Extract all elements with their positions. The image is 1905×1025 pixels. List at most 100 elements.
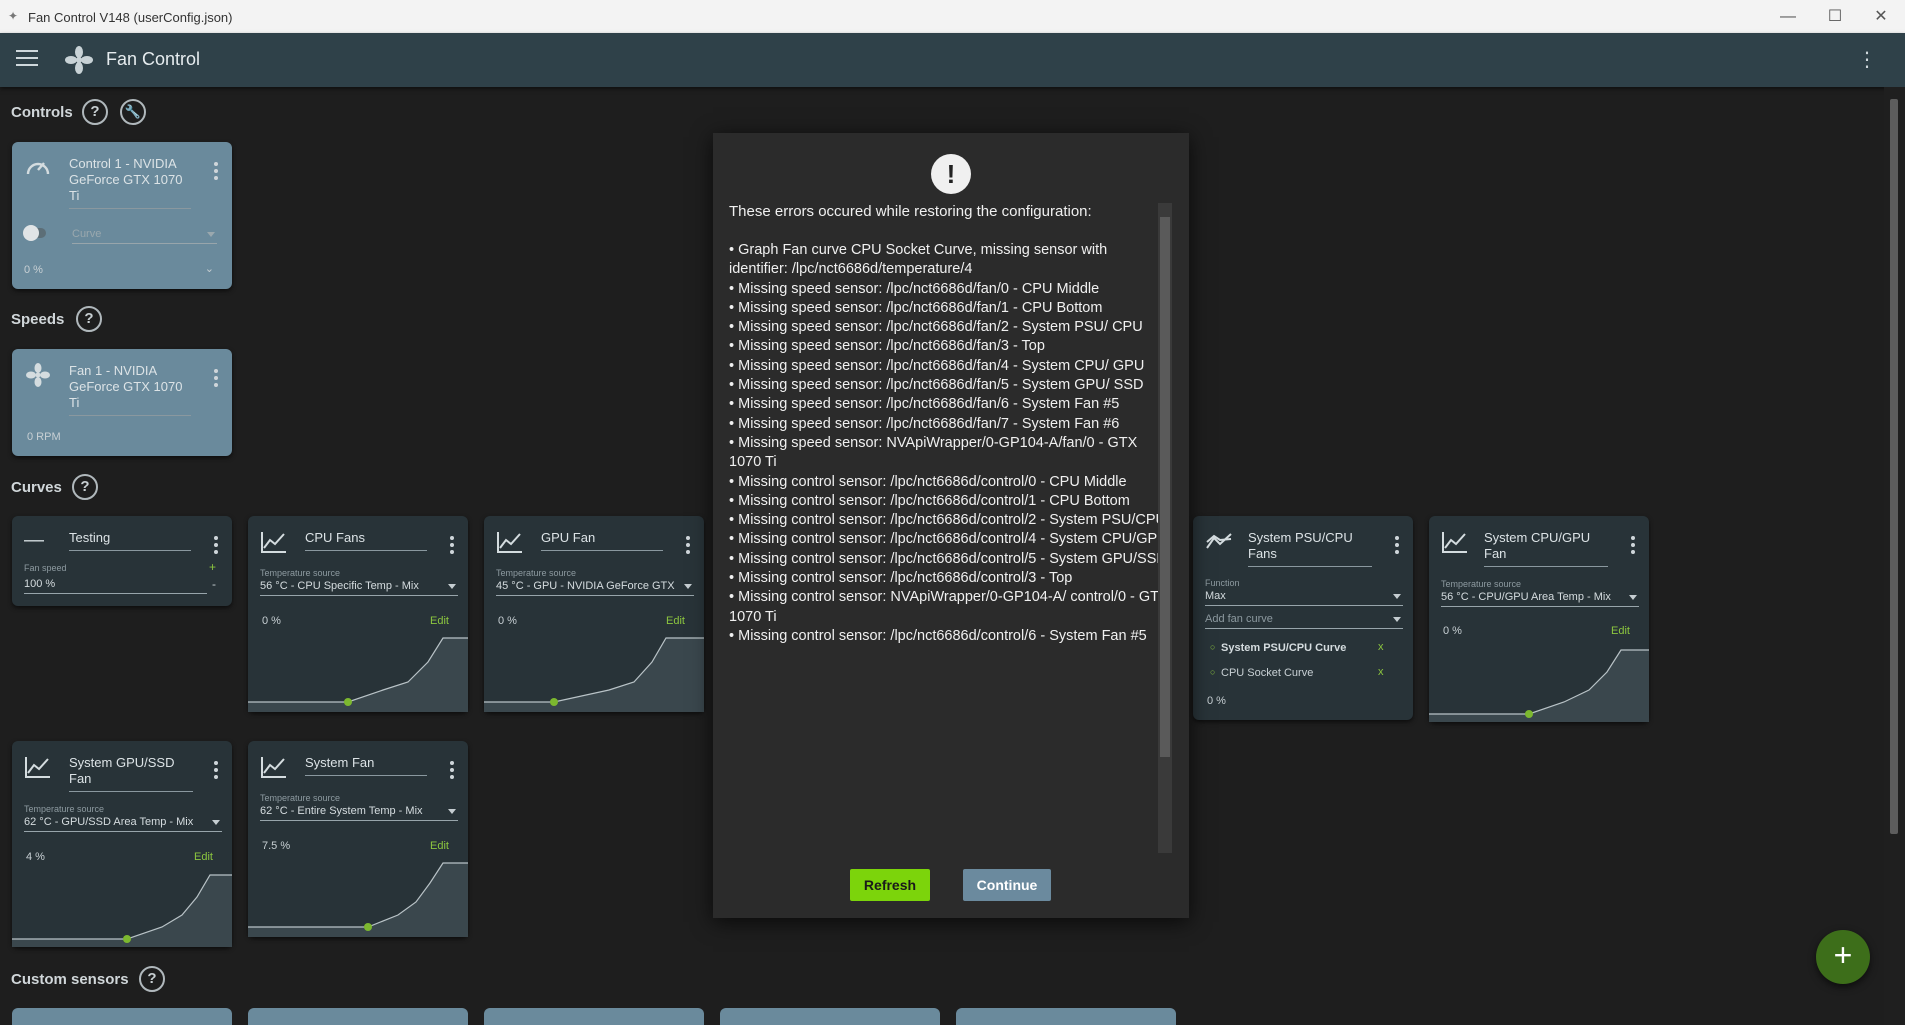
control-name: Control 1 - NVIDIA GeForce GTX 1070 Ti (69, 156, 191, 209)
add-button[interactable]: + (1816, 930, 1870, 984)
custom-sensor-card[interactable] (12, 1008, 232, 1025)
custom-sensors-help-icon[interactable]: ? (139, 966, 165, 992)
control-toggle[interactable] (23, 225, 46, 241)
hamburger-menu-icon[interactable] (16, 50, 38, 70)
temperature-source-select[interactable]: 45 °C - GPU - NVIDIA GeForce GTX (496, 578, 694, 596)
custom-sensor-card[interactable] (248, 1008, 468, 1025)
more-options-icon[interactable]: ⋮ (1857, 50, 1877, 70)
curve-more-icon[interactable] (450, 536, 454, 557)
error-item: Graph Fan curve CPU Socket Curve, missin… (729, 241, 1169, 280)
graph-curve-icon (25, 757, 50, 778)
curve-more-icon[interactable] (1631, 536, 1635, 557)
edit-curve-link[interactable]: Edit (430, 840, 449, 852)
control-more-icon[interactable] (214, 162, 218, 183)
increment-button[interactable]: + (209, 560, 216, 574)
remove-curve-button[interactable]: x (1378, 641, 1384, 653)
close-button[interactable]: ✕ (1861, 6, 1901, 28)
curve-graph[interactable] (248, 857, 468, 937)
curve-more-icon[interactable] (214, 536, 218, 557)
chevron-down-icon[interactable]: ⌄ (205, 262, 214, 275)
minimize-button[interactable]: — (1768, 6, 1808, 28)
custom-sensor-card[interactable] (720, 1008, 940, 1025)
decrement-button[interactable]: - (212, 577, 216, 591)
section-speeds-title: Speeds (11, 311, 65, 328)
custom-sensor-card[interactable] (956, 1008, 1176, 1025)
mix-curve-icon (1206, 533, 1232, 549)
error-item: Missing speed sensor: /lpc/nct6686d/fan/… (729, 415, 1169, 434)
curve-card-system-cpu-gpu[interactable]: System CPU/GPU Fan Temperature source 56… (1429, 516, 1649, 722)
temperature-source-select[interactable]: 62 °C - GPU/SSD Area Temp - Mix (24, 814, 222, 832)
error-item: Missing control sensor: /lpc/nct6686d/co… (729, 627, 1169, 646)
temperature-source-label: Temperature source (260, 793, 341, 803)
bullet-icon: ○ (1210, 642, 1216, 652)
error-item: Missing control sensor: /lpc/nct6686d/co… (729, 530, 1169, 549)
speed-card[interactable]: Fan 1 - NVIDIA GeForce GTX 1070 Ti 0 RPM (12, 349, 232, 456)
curve-card-system-fan[interactable]: System Fan Temperature source 62 °C - En… (248, 741, 468, 937)
curve-percent: 0 % (1443, 625, 1462, 637)
app-title: Fan Control (106, 49, 201, 69)
error-item: Missing speed sensor: /lpc/nct6686d/fan/… (729, 337, 1169, 356)
curve-card-cpu-fans[interactable]: CPU Fans Temperature source 56 °C - CPU … (248, 516, 468, 712)
graph-curve-icon (261, 532, 286, 553)
curve-graph[interactable] (248, 632, 468, 712)
error-list: Graph Fan curve CPU Socket Curve, missin… (729, 241, 1169, 646)
control-card[interactable]: Control 1 - NVIDIA GeForce GTX 1070 Ti C… (12, 142, 232, 289)
custom-sensor-card[interactable] (484, 1008, 704, 1025)
curve-more-icon[interactable] (450, 761, 454, 782)
temperature-source-label: Temperature source (496, 568, 577, 578)
speed-more-icon[interactable] (214, 369, 218, 390)
curve-name: System Fan (305, 755, 427, 776)
section-custom-sensors-title: Custom sensors (11, 971, 129, 988)
error-dialog: ! These errors occured while restoring t… (713, 133, 1189, 918)
curve-more-icon[interactable] (1395, 536, 1399, 557)
curve-card-testing[interactable]: — Testing Fan speed 100 % + - (12, 516, 232, 606)
continue-button[interactable]: Continue (963, 869, 1051, 901)
curve-more-icon[interactable] (214, 761, 218, 782)
curve-percent: 4 % (26, 851, 45, 863)
curves-help-icon[interactable]: ? (72, 474, 98, 500)
temperature-source-select[interactable]: 56 °C - CPU Specific Temp - Mix (260, 578, 458, 596)
curve-graph[interactable] (12, 867, 232, 947)
temperature-source-label: Temperature source (1441, 579, 1522, 589)
error-item: Missing speed sensor: /lpc/nct6686d/fan/… (729, 299, 1169, 318)
temperature-source-select[interactable]: 56 °C - CPU/GPU Area Temp - Mix (1441, 589, 1639, 607)
error-item: Missing control sensor: /lpc/nct6686d/co… (729, 511, 1169, 530)
edit-curve-link[interactable]: Edit (430, 615, 449, 627)
temperature-source-label: Temperature source (260, 568, 341, 578)
edit-curve-link[interactable]: Edit (1611, 625, 1630, 637)
curve-card-system-psu-cpu[interactable]: System PSU/CPU Fans Function Max Add fan… (1193, 516, 1413, 720)
fan-speed-input[interactable]: 100 % (24, 576, 207, 594)
control-mode-select[interactable]: Curve (72, 226, 217, 244)
curve-graph[interactable] (1429, 642, 1649, 722)
curve-card-gpu-fan[interactable]: GPU Fan Temperature source 45 °C - GPU -… (484, 516, 704, 712)
section-curves-title: Curves (11, 479, 62, 496)
error-item: Missing speed sensor: /lpc/nct6686d/fan/… (729, 357, 1169, 376)
refresh-button[interactable]: Refresh (850, 869, 930, 901)
controls-help-icon[interactable]: ? (82, 99, 108, 125)
curve-card-system-gpu-ssd[interactable]: System GPU/SSD Fan Temperature source 62… (12, 741, 232, 947)
dialog-scrollbar[interactable] (1158, 203, 1172, 853)
graph-curve-icon (261, 757, 286, 778)
add-fan-curve-select[interactable]: Add fan curve (1205, 611, 1403, 629)
curve-graph[interactable] (484, 632, 704, 712)
curve-percent: 0 % (498, 615, 517, 627)
main-scrollbar[interactable] (1884, 87, 1905, 1025)
edit-curve-link[interactable]: Edit (194, 851, 213, 863)
function-select[interactable]: Max (1205, 588, 1403, 606)
window-title: Fan Control V148 (userConfig.json) (28, 10, 233, 25)
curve-name: Testing (69, 530, 191, 551)
error-item: Missing control sensor: /lpc/nct6686d/co… (729, 569, 1169, 588)
app-bar: Fan Control ⋮ (0, 33, 1905, 87)
graph-curve-icon (1442, 532, 1467, 553)
remove-curve-button[interactable]: x (1378, 666, 1384, 678)
temperature-source-label: Temperature source (24, 804, 105, 814)
curve-more-icon[interactable] (686, 536, 690, 557)
temperature-source-select[interactable]: 62 °C - Entire System Temp - Mix (260, 803, 458, 821)
wrench-icon[interactable]: 🔧 (120, 99, 146, 125)
error-item: Missing control sensor: /lpc/nct6686d/co… (729, 550, 1169, 569)
app-small-icon: ✦ (8, 9, 19, 23)
graph-curve-icon (497, 532, 522, 553)
maximize-button[interactable]: ☐ (1815, 6, 1855, 28)
edit-curve-link[interactable]: Edit (666, 615, 685, 627)
speeds-help-icon[interactable]: ? (76, 306, 102, 332)
